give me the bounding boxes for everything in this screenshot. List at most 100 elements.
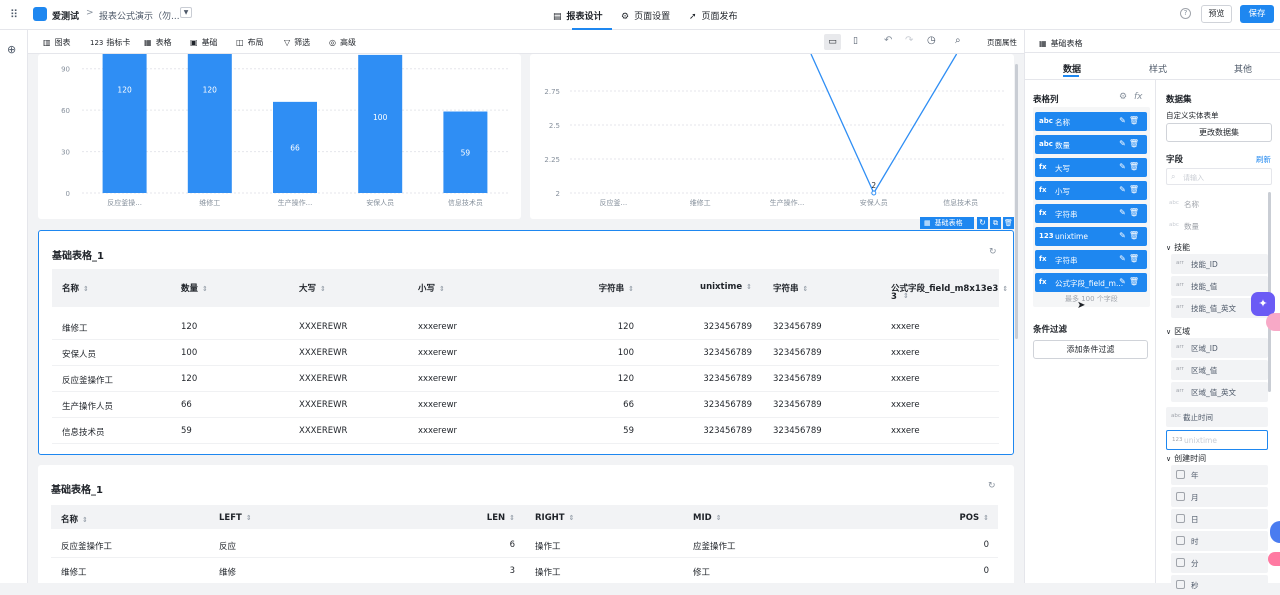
column-header[interactable]: MID ⇕ (693, 513, 722, 523)
column-actions[interactable]: ✎🗑 (1119, 208, 1142, 217)
preview-button[interactable]: 预览 (1201, 5, 1232, 23)
column-header[interactable]: 字符串 ⇕ (599, 282, 634, 294)
tab-style[interactable]: 样式 (1149, 62, 1167, 75)
table-column-item[interactable]: 123 unixtime ✎🗑 (1035, 227, 1147, 246)
undo-icon[interactable]: ↶ (884, 35, 892, 46)
refresh-link[interactable]: 刷新 (1256, 154, 1271, 165)
column-actions[interactable]: ✎🗑 (1119, 231, 1142, 240)
toolbar-basic[interactable]: ▣ 基础 (190, 37, 218, 48)
redo-icon[interactable]: ↷ (905, 35, 913, 46)
field-item[interactable]: arr 区域_值_英文 (1171, 382, 1268, 402)
delete-icon[interactable]: 🗑 (1003, 217, 1014, 229)
field-item[interactable]: 时 (1171, 531, 1268, 551)
selection-label[interactable]: ▦ 基础表格 (920, 217, 974, 229)
column-actions[interactable]: ✎🗑 (1119, 116, 1142, 125)
sort-icon[interactable]: ⇕ (246, 514, 252, 522)
field-item[interactable]: 秒 (1171, 575, 1268, 595)
sort-icon[interactable]: ⇕ (320, 285, 326, 293)
copy-icon[interactable]: ⧉ (990, 217, 1001, 229)
refresh-icon[interactable]: ↻ (977, 217, 988, 229)
table-row[interactable] (51, 532, 998, 558)
help-icon[interactable]: ? (1180, 8, 1191, 19)
tab-page-settings[interactable]: ⚙ 页面设置 (621, 9, 670, 22)
table-row[interactable] (51, 558, 998, 583)
refresh-icon[interactable]: ↻ (989, 247, 997, 257)
float-gear-icon[interactable] (1268, 552, 1280, 566)
column-header[interactable]: 名称 ⇕ (61, 513, 88, 525)
field-group-header[interactable]: ∨ 技能 (1166, 242, 1190, 253)
settings-icon[interactable]: ⚙ (1119, 92, 1127, 102)
toolbar-filter[interactable]: ▽ 筛选 (284, 37, 310, 48)
column-header[interactable]: 数量 ⇕ (181, 282, 208, 294)
sort-icon[interactable]: ⇕ (83, 285, 89, 293)
sort-icon[interactable]: ⇕ (746, 283, 752, 291)
column-actions[interactable]: ✎🗑 (1119, 139, 1142, 148)
column-header[interactable]: LEN ⇕ (487, 513, 515, 523)
page-dropdown-icon[interactable]: ▼ (180, 7, 192, 18)
table-column-item[interactable]: abc 名称 ✎🗑 (1035, 112, 1147, 131)
column-header[interactable]: LEFT ⇕ (219, 513, 252, 523)
bar[interactable] (358, 54, 403, 194)
save-button[interactable]: 保存 (1240, 5, 1274, 23)
toolbar-table[interactable]: ▦ 表格 (144, 37, 172, 48)
tab-data[interactable]: 数据 (1063, 62, 1081, 75)
field-group-header[interactable]: ∨ 区域 (1166, 326, 1190, 337)
app-name[interactable]: 爱测试 (52, 9, 79, 22)
column-header[interactable]: POS ⇕ (960, 513, 989, 523)
field-item[interactable]: 日 (1171, 509, 1268, 529)
change-dataset-button[interactable]: 更改数据集 (1166, 123, 1272, 142)
field-item[interactable]: arr 技能_ID (1171, 254, 1268, 274)
history-icon[interactable]: ◷ (927, 35, 936, 46)
sort-icon[interactable]: ⇕ (439, 285, 445, 293)
column-header[interactable]: 大写 ⇕ (299, 282, 326, 294)
table-card-1[interactable]: 基础表格_1 ↻ 名称 ⇕ 数量 ⇕ 大写 ⇕ 小写 ⇕ 字符串 ⇕ unixtime ⇕ 字符串 ⇕ 公式… (38, 230, 1014, 455)
line-chart-card[interactable]: 2 2.25 2.5 2.75 2 反应釜... 维修工 生产操作... 安保人员 信息技术员 (530, 54, 1014, 219)
toolbar-advanced[interactable]: ◎ 高级 (329, 37, 356, 48)
series-line[interactable] (810, 54, 958, 195)
table-row[interactable] (52, 418, 999, 444)
column-header[interactable]: 字符串 ⇕ (773, 282, 808, 294)
table-column-item[interactable]: fx 字符串 ✎🗑 (1035, 204, 1147, 223)
column-actions[interactable]: ✎🗑 (1119, 254, 1142, 263)
sort-icon[interactable]: ⇕ (983, 514, 989, 522)
page-name[interactable]: 报表公式演示（勿... (99, 9, 180, 22)
sort-icon[interactable]: ⇕ (82, 516, 88, 524)
column-actions[interactable]: ✎🗑 (1119, 185, 1142, 194)
sort-icon[interactable]: ⇕ (509, 514, 515, 522)
field-item-dragging[interactable]: 123 unixtime (1166, 430, 1268, 450)
bar[interactable] (102, 54, 147, 193)
column-header[interactable]: 名称 ⇕ (62, 282, 89, 294)
tab-report-design[interactable]: ▤ 报表设计 (553, 9, 603, 22)
add-filter-button[interactable]: 添加条件过滤 (1033, 340, 1148, 359)
toolbar-indicator[interactable]: 123 指标卡 (90, 37, 130, 48)
field-group-header[interactable]: ∨ 创建时间 (1166, 453, 1206, 464)
table-column-item[interactable]: fx 字符串 ✎🗑 (1035, 250, 1147, 269)
sort-icon[interactable]: ⇕ (569, 514, 575, 522)
bar[interactable] (187, 54, 232, 193)
field-item[interactable]: abc 数量 (1166, 216, 1268, 236)
desktop-view-icon[interactable]: ▭ (824, 34, 841, 50)
table-row[interactable] (52, 392, 999, 418)
sort-icon[interactable]: ⇕ (803, 285, 809, 293)
formula-icon[interactable]: fx (1134, 92, 1143, 102)
field-item[interactable]: abc 名称 (1166, 194, 1268, 214)
table-column-item[interactable]: fx 小写 ✎🗑 (1035, 181, 1147, 200)
field-item[interactable]: 年 (1171, 465, 1268, 485)
column-actions[interactable]: ✎🗑 (1119, 162, 1142, 171)
sort-icon[interactable]: ⇕ (1002, 285, 1008, 293)
field-item[interactable]: 分 (1171, 553, 1268, 573)
data-point[interactable] (871, 190, 877, 196)
page-props-button[interactable]: 页面属性 (987, 37, 1017, 48)
toolbar-layout[interactable]: ◫ 布局 (236, 37, 264, 48)
sort-icon[interactable]: ⇕ (202, 285, 208, 293)
globe-icon[interactable]: ⊕ (7, 44, 16, 55)
field-item[interactable]: abc 截止时间 (1166, 407, 1268, 427)
toolbar-chart[interactable]: ▥ 图表 (43, 37, 71, 48)
mobile-view-icon[interactable]: ▯ (853, 36, 858, 46)
column-header[interactable]: 小写 ⇕ (418, 282, 445, 294)
table-column-item[interactable]: abc 数量 ✎🗑 (1035, 135, 1147, 154)
column-header[interactable]: RIGHT ⇕ (535, 513, 574, 523)
canvas-scrollbar[interactable] (1015, 64, 1018, 339)
float-pink-icon[interactable] (1266, 313, 1280, 331)
sort-icon[interactable]: ⇕ (628, 285, 634, 293)
